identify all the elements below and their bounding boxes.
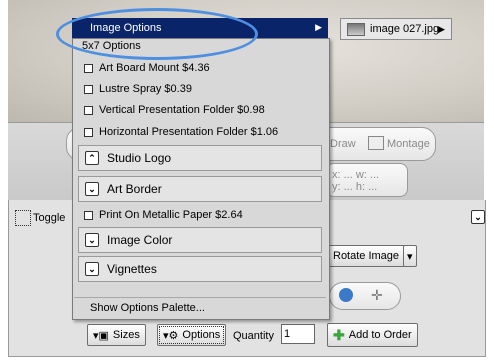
section-label: Image Color <box>107 233 173 247</box>
checkbox[interactable] <box>84 63 93 73</box>
submenu-arrow-icon: ▶ <box>315 22 322 32</box>
options-label: Options <box>182 329 221 341</box>
dropdown-arrow-icon: ▾ <box>407 250 413 263</box>
rotate-image-button[interactable]: Rotate Image <box>327 245 406 267</box>
option-label: Horizontal Presentation Folder $1.06 <box>99 126 279 138</box>
menu-divider <box>74 297 326 298</box>
toggle-label[interactable]: Toggle <box>33 212 65 224</box>
checkbox[interactable] <box>84 127 93 137</box>
xw-readout: x: ... w: ... <box>332 169 380 181</box>
sizes-button[interactable]: ▾▣ Sizes <box>87 324 146 346</box>
checkbox[interactable] <box>84 105 93 115</box>
expand-down-icon[interactable]: ⌄ <box>85 262 99 276</box>
add-to-order-label: Add to Order <box>348 329 412 341</box>
crosshair-icon[interactable]: ✛ <box>371 287 383 304</box>
show-options-palette-item[interactable]: Show Options Palette... <box>90 302 205 314</box>
expand-down-icon[interactable]: ⌄ <box>85 182 99 196</box>
option-label: Vertical Presentation Folder $0.98 <box>99 104 265 116</box>
option-metallic-paper[interactable]: Print On Metallic Paper $2.64 <box>84 209 243 221</box>
add-to-order-button[interactable]: ✚ Add to Order <box>327 323 418 347</box>
submenu-arrow-icon: ▶ <box>438 24 445 34</box>
image-submenu-item[interactable]: image 027.jpg ▶ <box>340 18 452 40</box>
panel-collapse-icon[interactable]: ⌄ <box>471 210 485 224</box>
plus-icon: ✚ <box>333 326 345 343</box>
option-horizontal-folder[interactable]: Horizontal Presentation Folder $1.06 <box>84 126 278 138</box>
checkbox[interactable] <box>84 84 93 94</box>
options-button[interactable]: ▾⚙ Options <box>157 324 227 346</box>
expand-down-icon[interactable]: ⌄ <box>85 233 99 247</box>
section-image-color[interactable]: ⌄ Image Color <box>78 227 322 253</box>
checkbox[interactable] <box>84 210 93 220</box>
yh-readout: y: ... h: ... <box>332 181 378 193</box>
section-label: Studio Logo <box>107 151 172 165</box>
highlight-ellipse <box>56 8 258 60</box>
quantity-input[interactable]: 1 <box>281 324 315 344</box>
montage-button[interactable]: Montage <box>387 138 430 150</box>
image-thumbnail-icon <box>347 22 365 36</box>
expand-up-icon[interactable]: ⌃ <box>85 151 99 165</box>
sizes-icon: ▾▣ <box>93 329 109 342</box>
section-label: Vignettes <box>107 262 157 276</box>
option-label: Print On Metallic Paper $2.64 <box>99 209 243 221</box>
option-lustre-spray[interactable]: Lustre Spray $0.39 <box>84 83 192 95</box>
option-label: Art Board Mount $4.36 <box>99 62 210 74</box>
section-art-border[interactable]: ⌄ Art Border <box>78 176 322 202</box>
section-vignettes[interactable]: ⌄ Vignettes <box>78 256 322 282</box>
section-label: Art Border <box>107 182 162 196</box>
rotate-image-label: Rotate Image <box>333 250 400 262</box>
crop-icon <box>15 210 31 226</box>
section-studio-logo[interactable]: ⌃ Studio Logo <box>78 145 322 171</box>
rotate-dropdown-button[interactable]: ▾ <box>403 245 417 267</box>
option-label: Lustre Spray $0.39 <box>99 83 192 95</box>
sizes-label: Sizes <box>112 329 140 341</box>
quantity-label: Quantity <box>233 330 274 342</box>
montage-icon <box>368 136 384 150</box>
draw-label[interactable]: Draw <box>330 138 356 150</box>
options-icon: ▾⚙ <box>163 329 179 342</box>
refresh-icon[interactable] <box>339 288 353 302</box>
image-filename: image 027.jpg <box>370 23 440 35</box>
option-vertical-folder[interactable]: Vertical Presentation Folder $0.98 <box>84 104 265 116</box>
option-art-board-mount[interactable]: Art Board Mount $4.36 <box>84 62 210 74</box>
